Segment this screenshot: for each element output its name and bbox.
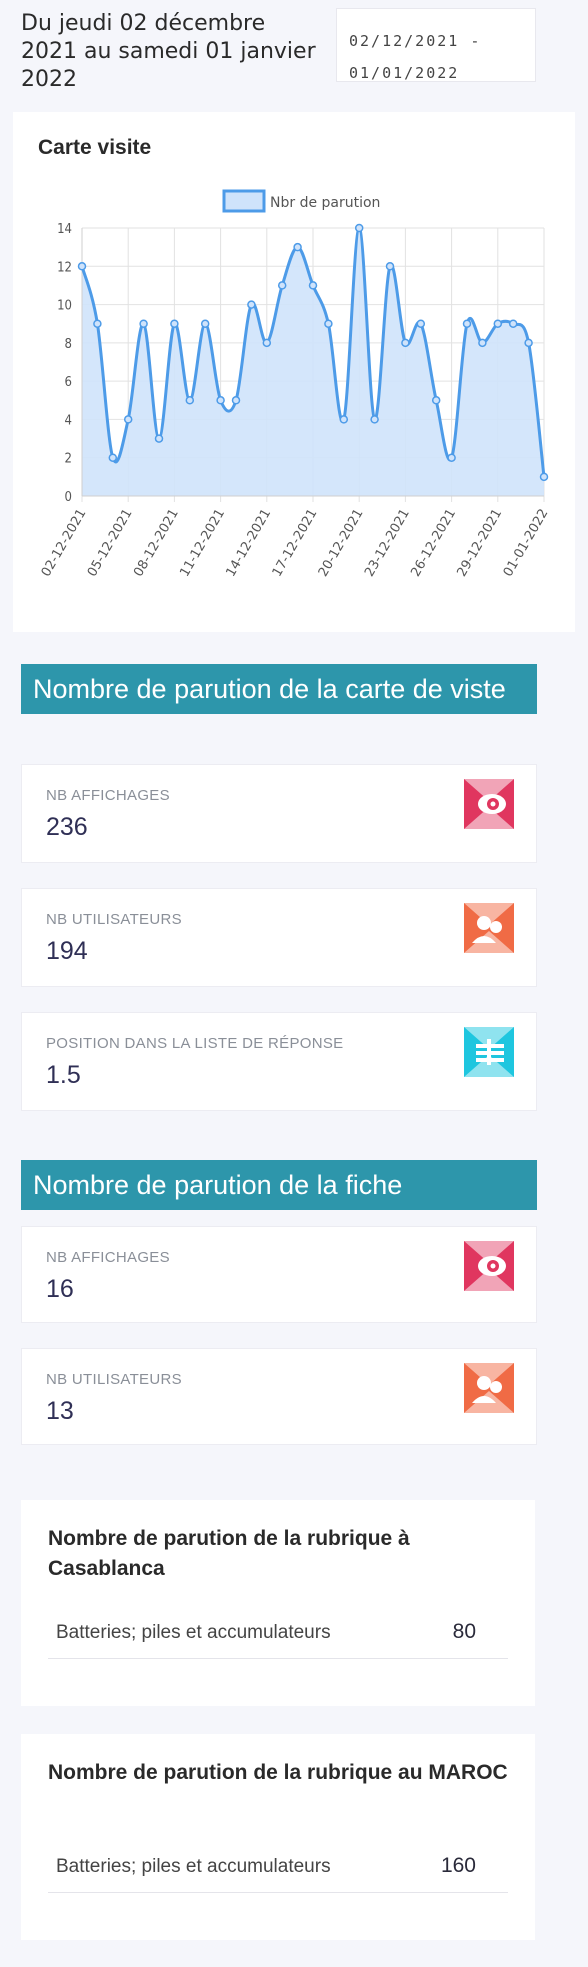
rubric-value: 160	[440, 1854, 476, 1877]
rubric-name: Batteries; piles et accumulateurs	[56, 1856, 331, 1877]
stat-card-carte-affichages: NB AFFICHAGES 236	[21, 764, 537, 863]
data-point	[139, 319, 148, 328]
rubric-card-maroc: Nombre de parution de la rubrique au MAR…	[21, 1734, 535, 1940]
x-tick-label: 29-12-2021	[454, 507, 505, 580]
data-point	[247, 300, 256, 309]
data-point	[77, 262, 87, 271]
stat-value: 16	[46, 1275, 74, 1303]
stat-card-carte-utilisateurs: NB UTILISATEURS 194	[21, 888, 537, 987]
list-position-icon	[464, 1027, 514, 1077]
data-point	[277, 281, 287, 290]
data-point	[385, 262, 395, 271]
data-point	[93, 319, 102, 328]
data-point	[493, 319, 503, 328]
stat-label: NB UTILISATEURS	[46, 1371, 182, 1388]
legend-swatch	[222, 189, 266, 213]
y-tick-label: 10	[57, 299, 72, 314]
stat-value: 13	[46, 1397, 74, 1425]
y-tick-label: 14	[57, 222, 72, 237]
data-point	[478, 338, 487, 348]
x-tick-label: 14-12-2021	[223, 507, 274, 580]
stat-value: 194	[46, 937, 88, 965]
stat-value: 236	[46, 813, 88, 841]
legend-label: Nbr de parution	[270, 195, 380, 211]
chart-card: Carte visite 0 2 4 6 8 10 12 14 02-12-2021 05-12-…	[13, 112, 575, 632]
stat-value: 1.5	[46, 1061, 81, 1089]
stat-label: NB AFFICHAGES	[46, 1249, 170, 1266]
y-tick-label: 12	[57, 260, 72, 275]
data-point	[508, 319, 518, 328]
y-tick-label: 8	[65, 337, 72, 352]
stat-card-fiche-utilisateurs: NB UTILISATEURS 13	[21, 1348, 537, 1445]
users-icon	[464, 903, 514, 953]
x-tick-label: 01-01-2022	[501, 507, 552, 580]
rubric-title: Nombre de parution de la rubrique au MAR…	[48, 1761, 508, 1784]
eye-icon	[464, 1241, 514, 1291]
data-point	[200, 319, 210, 328]
date-range-input[interactable]: 02/12/2021 - 01/01/2022	[336, 8, 536, 82]
data-point	[185, 396, 195, 405]
date-range-text: Du jeudi 02 décembre 2021 au samedi 01 j…	[21, 11, 316, 92]
y-tick-label: 2	[65, 452, 72, 467]
table-row: Batteries; piles et accumulateurs 80	[48, 1608, 508, 1659]
data-point	[262, 338, 272, 348]
data-point	[308, 281, 318, 290]
table-row: Batteries; piles et accumulateurs 160	[48, 1842, 508, 1893]
y-tick-label: 4	[65, 413, 72, 428]
stat-label: NB UTILISATEURS	[46, 911, 182, 928]
data-point	[524, 338, 533, 348]
data-point	[339, 415, 349, 424]
x-tick-label: 08-12-2021	[131, 507, 182, 580]
x-tick-label: 23-12-2021	[362, 507, 413, 580]
data-point	[231, 396, 241, 405]
x-tick-label: 20-12-2021	[316, 507, 367, 580]
data-point	[462, 319, 472, 328]
section-fiche-header: Nombre de parution de la fiche	[21, 1160, 537, 1210]
rubric-title: Nombre de parution de la rubrique à Casa…	[48, 1527, 410, 1580]
rubric-card-casablanca: Nombre de parution de la rubrique à Casa…	[21, 1500, 535, 1706]
y-tick-label: 0	[65, 490, 72, 505]
stat-label: NB AFFICHAGES	[46, 787, 170, 804]
users-icon	[464, 1363, 514, 1413]
data-point	[293, 242, 302, 252]
data-point	[539, 472, 549, 482]
x-tick-label: 26-12-2021	[408, 506, 459, 579]
stat-card-fiche-affichages: NB AFFICHAGES 16	[21, 1226, 537, 1323]
x-tick-label: 17-12-2021	[270, 507, 321, 580]
data-point	[170, 319, 179, 328]
stat-card-carte-position: POSITION DANS LA LISTE DE RÉPONSE 1.5	[21, 1012, 537, 1111]
data-point	[370, 415, 379, 424]
data-point	[216, 396, 225, 405]
rubric-value: 80	[452, 1620, 476, 1643]
stat-label: POSITION DANS LA LISTE DE RÉPONSE	[46, 1035, 344, 1052]
data-point	[416, 319, 426, 328]
data-point	[447, 453, 456, 462]
data-point	[324, 319, 333, 328]
date-range-input-value: 02/12/2021 - 01/01/2022	[349, 32, 482, 82]
x-tick-label: 05-12-2021	[85, 507, 136, 580]
section-carte-header: Nombre de parution de la carte de viste	[21, 664, 537, 714]
data-point	[431, 396, 441, 405]
rubric-name: Batteries; piles et accumulateurs	[56, 1622, 331, 1643]
y-tick-label: 6	[65, 375, 72, 390]
data-point	[108, 453, 118, 462]
data-point	[154, 434, 164, 443]
eye-icon	[464, 779, 514, 829]
data-point	[354, 223, 364, 233]
x-tick-label: 02-12-2021	[39, 507, 90, 580]
x-tick-label: 11-12-2021	[177, 507, 228, 580]
visits-line-chart: 0 2 4 6 8 10 12 14 02-12-202105-12-202108-12-202…	[39, 189, 552, 580]
data-point	[401, 338, 410, 348]
data-point	[123, 415, 133, 424]
